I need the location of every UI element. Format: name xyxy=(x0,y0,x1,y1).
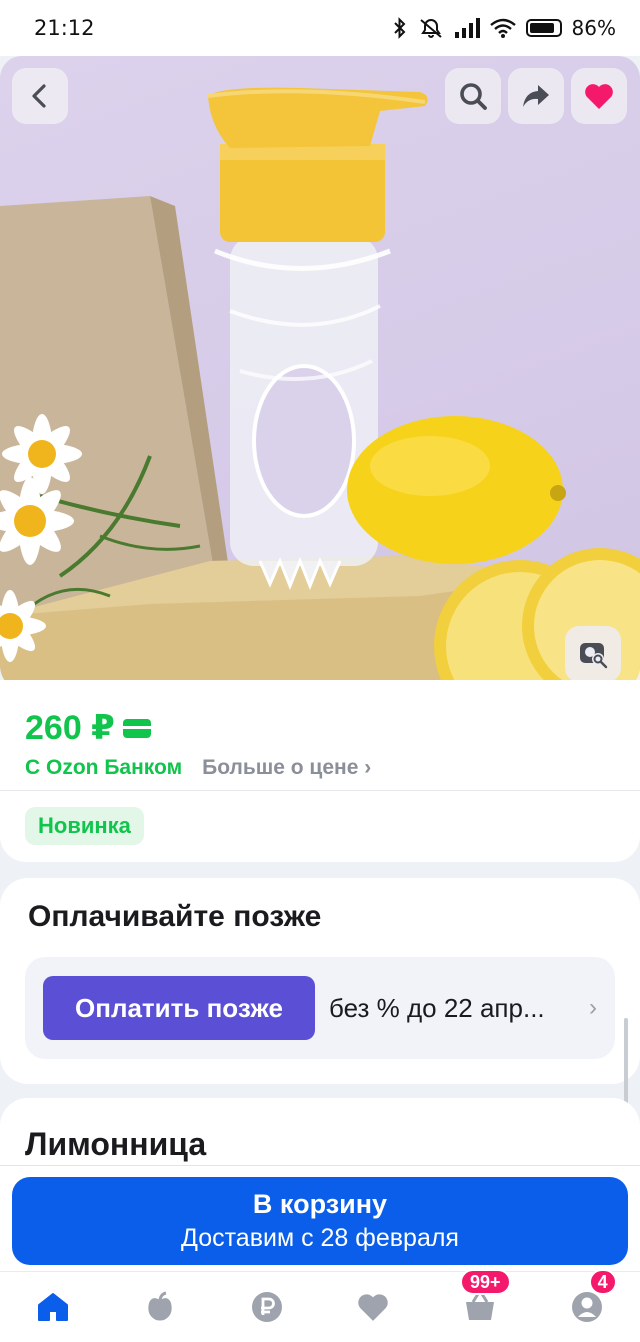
nav-cart[interactable]: 99+ xyxy=(450,1269,511,1337)
wifi-icon xyxy=(489,18,516,38)
battery-percent: 86% xyxy=(571,16,616,40)
more-about-price-link[interactable]: Больше о цене › xyxy=(202,756,371,780)
share-icon xyxy=(523,85,549,107)
fresh-icon xyxy=(148,1291,172,1321)
signal-icon xyxy=(454,18,480,38)
add-to-cart-button[interactable]: В корзину Доставим с 28 февраля xyxy=(12,1177,628,1265)
bank-card-icon xyxy=(122,718,151,738)
add-to-cart-bar: В корзину Доставим с 28 февраля xyxy=(0,1165,640,1271)
bluetooth-icon xyxy=(393,17,405,39)
pay-later-title: Оплачивайте позже xyxy=(28,900,322,933)
back-icon xyxy=(32,84,46,108)
add-to-cart-label: В корзину xyxy=(252,1189,388,1219)
nav-fresh[interactable] xyxy=(130,1277,190,1337)
price-value: 260 ₽ xyxy=(25,709,115,747)
search-button[interactable] xyxy=(445,68,501,124)
pay-later-terms: без % до 22 апр... xyxy=(329,992,545,1023)
profile-icon xyxy=(571,1292,602,1322)
battery-icon xyxy=(525,19,562,37)
new-badge: Новинка xyxy=(25,807,144,845)
nav-home[interactable] xyxy=(23,1277,83,1337)
favorites-icon xyxy=(358,1293,389,1321)
status-time: 21:12 xyxy=(34,16,95,40)
pay-later-button[interactable]: Оплатить позже xyxy=(43,976,315,1040)
product-photo xyxy=(0,87,640,693)
product-image-gallery[interactable] xyxy=(0,56,640,693)
divider xyxy=(0,790,640,791)
back-button[interactable] xyxy=(12,68,68,124)
pay-later-row[interactable]: Оплатить позже без % до 22 апр... › xyxy=(25,957,615,1059)
status-bar: 21:12 86% xyxy=(0,0,640,56)
price-card: 260 ₽ С Ozon Банком Больше о цене › Нови… xyxy=(0,680,640,862)
search-icon xyxy=(460,83,487,110)
pay-later-card: Оплачивайте позже Оплатить позже без % д… xyxy=(0,878,640,1084)
ozon-bank-label: С Ozon Банком xyxy=(25,756,183,779)
cart-icon xyxy=(465,1293,494,1320)
image-search-button[interactable] xyxy=(565,626,621,682)
image-search-icon xyxy=(580,643,608,669)
nav-finance[interactable] xyxy=(237,1277,297,1337)
nav-profile[interactable]: 4 xyxy=(557,1269,617,1337)
bottom-navigation: 99+ 4 xyxy=(0,1269,640,1342)
cart-badge: 99+ xyxy=(459,1269,511,1295)
price: 260 ₽ xyxy=(25,708,151,748)
favorite-heart-icon xyxy=(585,83,613,109)
chevron-right-icon: › xyxy=(364,756,372,779)
favorite-button[interactable] xyxy=(571,68,627,124)
ruble-icon xyxy=(251,1292,282,1322)
profile-badge: 4 xyxy=(588,1269,617,1295)
home-icon xyxy=(38,1293,69,1321)
mute-icon xyxy=(419,19,442,38)
product-page: 21:12 86% 260 ₽ С Ozon Банком Больше о ц… xyxy=(0,0,640,1342)
product-title: Лимонница xyxy=(25,1126,207,1162)
chevron-right-icon: › xyxy=(589,994,597,1021)
share-button[interactable] xyxy=(508,68,564,124)
nav-favorites[interactable] xyxy=(343,1277,403,1337)
delivery-date: Доставим с 28 февраля xyxy=(181,1224,459,1252)
